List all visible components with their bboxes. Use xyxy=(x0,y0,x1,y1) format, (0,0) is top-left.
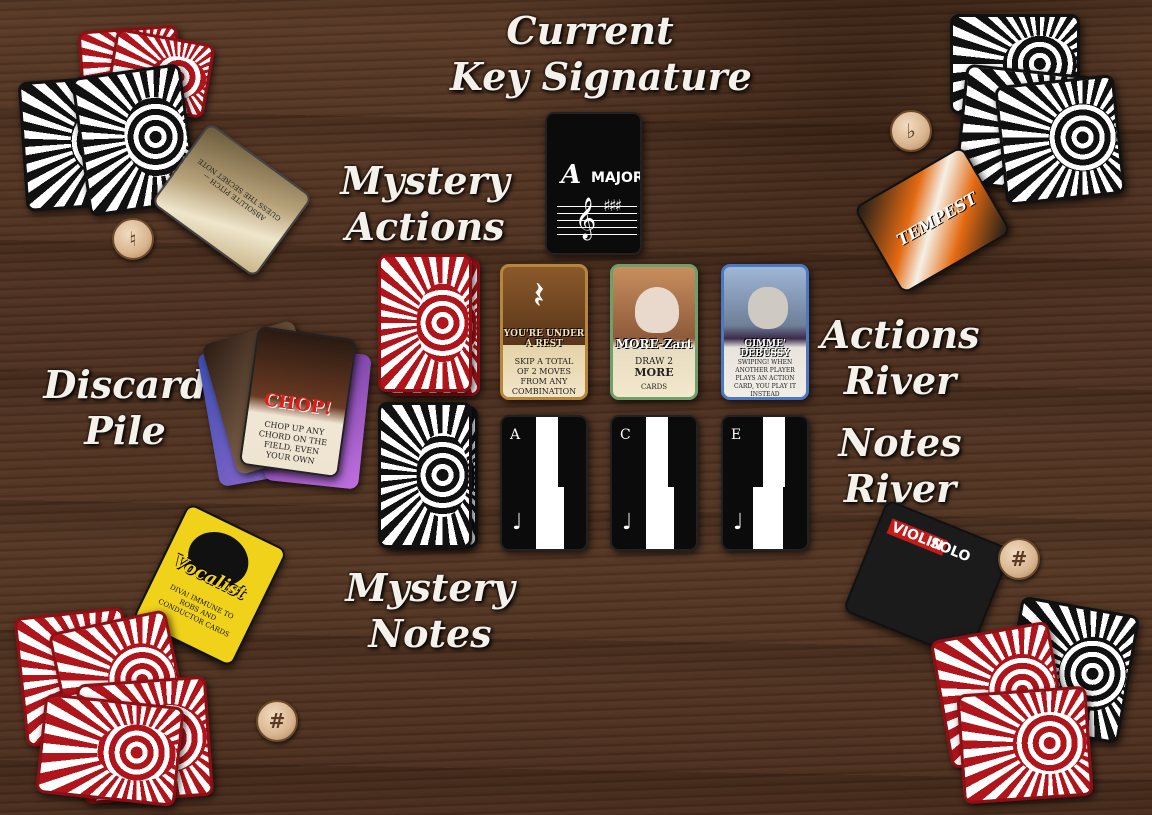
key-letter: A xyxy=(561,160,582,190)
note-letter: C xyxy=(620,427,631,443)
white-key xyxy=(646,417,668,487)
action-card-gimme-debussy[interactable]: GIMME' DEBUSSY SWIPING! WHEN ANOTHER PLA… xyxy=(721,264,809,400)
player-tl-card-text: ABSOLUTE PITCH — GUESS THE SECRET NOTE xyxy=(196,156,283,223)
player-br-token[interactable]: # xyxy=(998,538,1040,580)
label-discard-pile: Discard Pile xyxy=(43,362,207,453)
key-quality: MAJOR xyxy=(591,170,642,186)
label-mystery-notes: Mystery Notes xyxy=(345,565,515,656)
action-card-under-a-rest[interactable]: 𝄽 YOU'RE UNDER A REST SKIP A TOTAL OF 2 … xyxy=(500,264,588,400)
player-bl-token[interactable]: # xyxy=(256,700,298,742)
note-letter: E xyxy=(731,427,742,443)
staff-line xyxy=(557,227,637,228)
player-br-card-title-white: SOLO xyxy=(927,534,973,566)
label-mystery-actions: Mystery Actions xyxy=(340,158,510,249)
action-text: SKIP A TOTAL OF 2 MOVES FROM ANY COMBINA… xyxy=(511,357,577,396)
white-key xyxy=(763,417,785,487)
staff-line xyxy=(557,220,637,221)
note-letter: A xyxy=(510,427,521,443)
action-card-more-zart[interactable]: MORE-Zart DRAW 2 MORE CARDS xyxy=(610,264,698,400)
white-key xyxy=(646,487,674,549)
note-card-a[interactable]: A ♩ xyxy=(500,415,588,551)
action-title: YOU'RE UNDER A REST xyxy=(503,329,585,349)
player-tl-token[interactable]: ♮ xyxy=(112,218,154,260)
action-text-line2: MORE xyxy=(634,366,674,379)
discard-title: CHOP! xyxy=(262,389,334,420)
label-actions-river: Actions River xyxy=(820,312,980,403)
portrait-icon xyxy=(748,287,788,329)
portrait-icon xyxy=(635,287,679,333)
quarter-note-icon: ♩ xyxy=(622,510,633,535)
player-tr-black-card xyxy=(994,74,1126,206)
discard-top-card[interactable]: CHOP! CHOP UP ANY CHORD ON THE FIELD, EV… xyxy=(238,325,358,479)
note-card-e[interactable]: E ♩ xyxy=(721,415,809,551)
key-signature-card[interactable]: A MAJOR 𝄞 ♯♯♯ xyxy=(545,112,642,255)
note-card-c[interactable]: C ♩ xyxy=(610,415,698,551)
action-title: GIMME' DEBUSSY xyxy=(740,339,790,359)
player-tr-card-title: TEMPEST xyxy=(893,188,981,250)
staff-line xyxy=(557,234,637,235)
treble-clef-icon: 𝄞 xyxy=(575,198,597,239)
label-current-key-signature: Current Key Signature xyxy=(450,8,752,99)
white-key xyxy=(753,487,783,549)
staff-line xyxy=(557,206,637,207)
sharps-icon: ♯♯♯ xyxy=(603,196,622,215)
player-br-red-card xyxy=(956,685,1094,805)
white-key xyxy=(536,417,558,487)
player-bl-red-card xyxy=(35,692,185,808)
label-notes-river: Notes River xyxy=(838,420,962,511)
staff-line xyxy=(557,213,637,214)
action-title: MORE-Zart xyxy=(615,337,693,351)
player-tr-token[interactable]: ♭ xyxy=(890,110,932,152)
white-key xyxy=(536,487,564,549)
action-text-line3: CARDS xyxy=(640,383,668,391)
quarter-note-icon: ♩ xyxy=(733,510,744,535)
quarter-note-icon: ♩ xyxy=(512,510,523,535)
action-text: SWIPING! WHEN ANOTHER PLAYER PLAYS AN AC… xyxy=(733,359,797,398)
discard-text: CHOP UP ANY CHORD ON THE FIELD, EVEN YOU… xyxy=(258,419,328,466)
mystery-actions-deck[interactable] xyxy=(378,254,472,392)
rest-icon: 𝄽 xyxy=(533,273,545,317)
mystery-notes-deck[interactable] xyxy=(378,402,472,548)
